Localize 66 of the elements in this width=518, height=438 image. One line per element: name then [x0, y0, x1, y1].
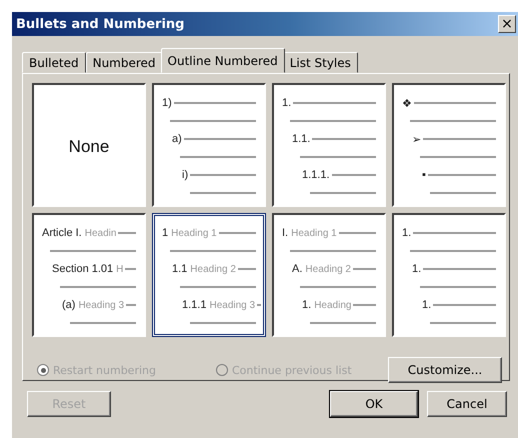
none-label: None: [68, 137, 110, 157]
text-line: [190, 174, 256, 176]
text-line: [218, 232, 256, 234]
level-number: Article I.: [42, 227, 82, 239]
style-option[interactable]: 1. 1. 1.: [392, 213, 506, 337]
text-line: [310, 322, 376, 324]
tab[interactable]: Numbered: [86, 52, 163, 73]
text-line: [428, 174, 496, 176]
text-line: [338, 232, 376, 234]
dialog-button[interactable]: OK: [330, 391, 418, 417]
text-line: [430, 192, 496, 194]
level-number: I.: [282, 227, 288, 239]
level-number: ❖: [402, 96, 412, 110]
level-number: 1.1.1: [182, 299, 206, 311]
level-number: 1): [162, 97, 172, 109]
level-number: 1.: [402, 227, 412, 239]
level-number: 1.: [282, 97, 292, 109]
text-line: [312, 138, 376, 140]
text-line: [353, 268, 376, 270]
style-option[interactable]: 1) a) i): [152, 83, 266, 207]
text-line: [353, 304, 376, 306]
level-number: 1: [162, 227, 168, 239]
tab[interactable]: List Styles: [282, 52, 358, 73]
text-line: [310, 192, 376, 194]
level-number: 1.1.1.: [302, 169, 330, 181]
heading-label: Heading 1: [291, 228, 337, 238]
heading-label: Heading 2: [305, 264, 351, 274]
close-button[interactable]: ×: [498, 15, 516, 33]
level-number: (a): [62, 299, 76, 311]
heading-label: Heading 3: [78, 300, 124, 310]
level-number: 1.: [412, 263, 422, 275]
dialog-button[interactable]: Cancel: [427, 391, 507, 417]
style-option[interactable]: I. Heading 1 A. Heading 2 1. Heading: [272, 213, 386, 337]
text-line: [70, 322, 136, 324]
text-line: [190, 322, 256, 324]
level-number: A.: [292, 263, 302, 275]
level-number: Section 1.01: [52, 263, 114, 275]
heading-label: Heading: [314, 300, 352, 310]
level-number: ➢: [412, 132, 421, 146]
text-line: [238, 268, 256, 270]
level-number: 1.: [422, 299, 432, 311]
text-line: [118, 232, 136, 234]
style-option[interactable]: None: [32, 83, 146, 207]
text-line: [332, 174, 376, 176]
tab[interactable]: Outline Numbered: [160, 48, 285, 73]
level-number: 1.: [302, 299, 312, 311]
heading-label: Heading 3: [209, 300, 256, 310]
heading-label: Heading 1: [171, 228, 217, 238]
level-number: 1.1: [172, 263, 188, 275]
level-number: 1.1.: [292, 133, 310, 145]
text-line: [433, 304, 496, 306]
style-option[interactable]: 1 Heading 1 1.1 Heading 2 1.1.1 Heading 3: [152, 213, 266, 337]
text-line: [430, 322, 496, 324]
customize-button[interactable]: Customize...: [388, 357, 502, 383]
style-option[interactable]: Article I. Headin Section 1.01 H (a) Heading 3: [32, 213, 146, 337]
level-number: ▪: [422, 169, 426, 181]
level-number: i): [182, 169, 188, 181]
level-number: a): [172, 133, 182, 145]
heading-label: Headin: [84, 228, 116, 238]
heading-label: H: [116, 264, 124, 274]
window-title: Bullets and Numbering: [16, 16, 184, 32]
text-line: [190, 192, 256, 194]
heading-label: Heading 2: [190, 264, 236, 274]
style-option[interactable]: 1. 1.1. 1.1.1.: [272, 83, 386, 207]
tab[interactable]: Bulleted: [22, 52, 86, 73]
style-option[interactable]: ❖ ➢ ▪: [392, 83, 506, 207]
